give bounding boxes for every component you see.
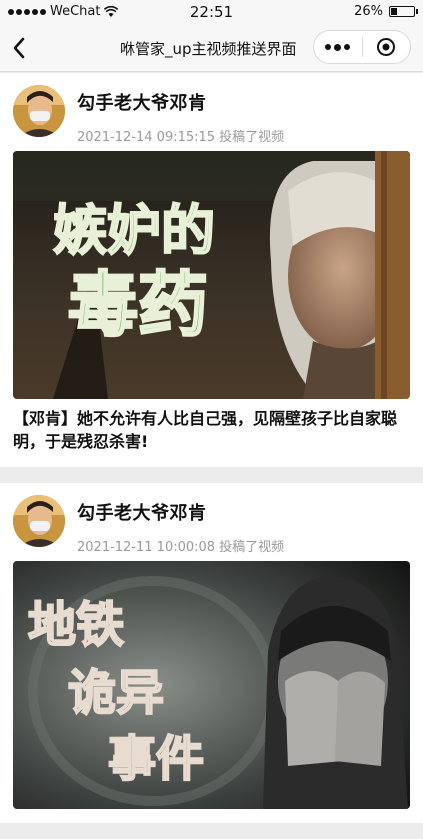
post-meta: 2021-12-11 10:00:08 投稿了视频 [77,536,284,555]
video-post-card[interactable]: 勾手老大爷邓肯 2021-12-14 09:15:15 投稿了视频 嫉妒的 毒药… [0,73,423,467]
author-avatar[interactable] [13,85,65,137]
video-cover[interactable]: 地铁 诡异 事件 [13,561,410,809]
post-action: 投稿了视频 [219,130,285,145]
video-cover-image: 嫉妒的 毒药 [13,151,410,399]
post-action: 投稿了视频 [219,540,285,555]
cover-caption-line2: 毒药 [68,264,208,346]
video-post-card[interactable]: 勾手老大爷邓肯 2021-12-11 10:00:08 投稿了视频 地铁 诡异 … [0,483,423,823]
back-button[interactable] [6,34,32,62]
battery-percent: 26% [354,4,383,19]
video-cover-image: 地铁 诡异 事件 [13,561,410,809]
cover-caption-line1: 地铁 [28,597,124,653]
post-meta: 2021-12-14 09:15:15 投稿了视频 [77,126,284,145]
avatar-image [13,85,65,137]
more-button[interactable] [314,43,362,51]
author-name[interactable]: 勾手老大爷邓肯 [77,89,284,115]
author-name[interactable]: 勾手老大爷邓肯 [77,499,284,525]
video-feed: 勾手老大爷邓肯 2021-12-14 09:15:15 投稿了视频 嫉妒的 毒药… [0,73,423,839]
video-title[interactable]: 【邓肯】她不允许有人比自己强，见隔壁孩子比自家聪明，于是残忍杀害! [13,407,410,453]
cover-caption-line1: 嫉妒的 [53,199,215,262]
post-header: 勾手老大爷邓肯 2021-12-14 09:15:15 投稿了视频 [13,85,410,151]
cover-caption-line2: 诡异 [68,665,164,721]
avatar-image [13,495,65,547]
mini-program-capsule [313,30,411,64]
chevron-left-icon [13,37,25,59]
author-avatar[interactable] [13,495,65,547]
page-title: 咻管家_up主视频推送界面 [120,40,297,58]
post-timestamp: 2021-12-11 10:00:08 [77,540,216,555]
target-close-icon [377,38,396,56]
post-header: 勾手老大爷邓肯 2021-12-11 10:00:08 投稿了视频 [13,495,410,561]
battery-icon [389,6,418,17]
nav-bar: 咻管家_up主视频推送界面 [0,24,423,72]
more-dots-icon [325,44,332,50]
video-cover[interactable]: 嫉妒的 毒药 [13,151,410,399]
post-timestamp: 2021-12-14 09:15:15 [77,130,216,145]
close-button[interactable] [363,37,411,57]
battery-status: 26% [354,4,418,19]
status-bar: WeChat 22:51 26% [0,0,423,24]
cover-caption-line3: 事件 [108,731,204,787]
